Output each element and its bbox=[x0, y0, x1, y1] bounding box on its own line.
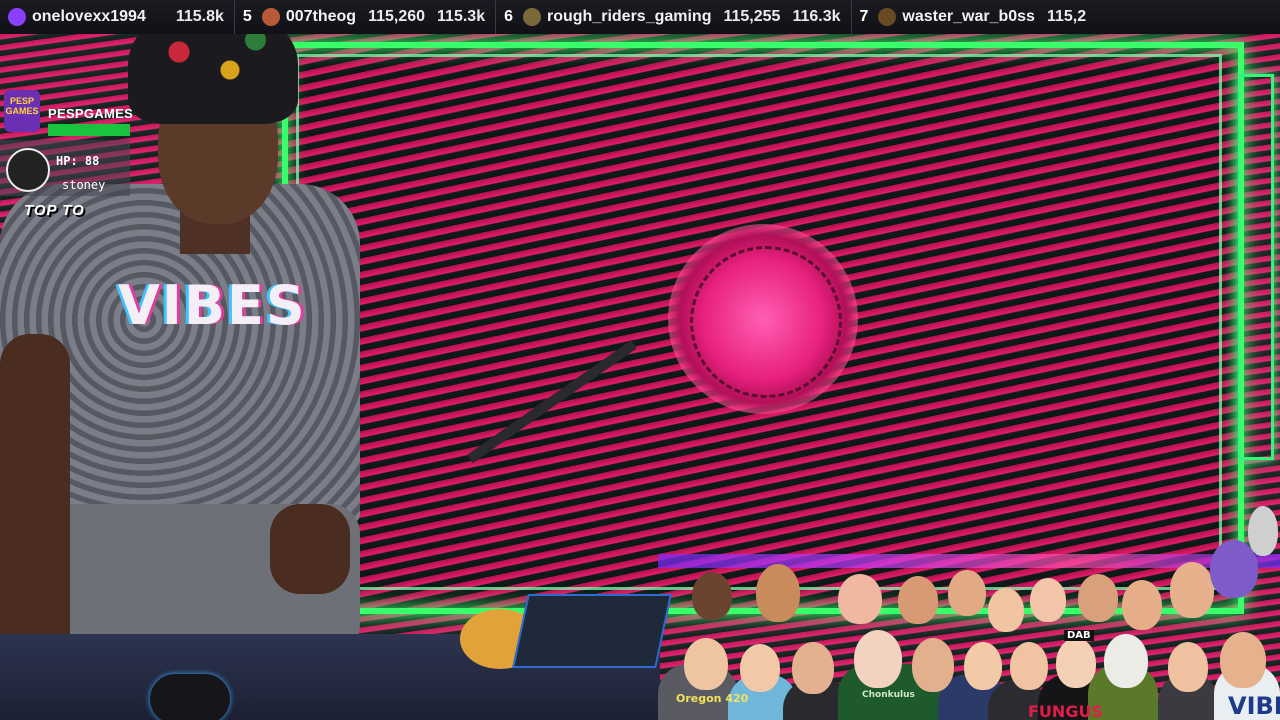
crowd-face bbox=[838, 574, 882, 624]
crowd-face bbox=[1104, 634, 1148, 688]
shirt-print-text: Chonkulus bbox=[862, 690, 915, 700]
user-avatar-icon bbox=[523, 8, 541, 26]
hp-label: HP: 88 bbox=[56, 154, 100, 168]
shirt-print-text: VIBES bbox=[118, 274, 307, 337]
logo-line: PESP bbox=[9, 96, 34, 106]
widget-channel-name: PESPGAMES bbox=[48, 106, 134, 121]
ticker-score: 115,255 bbox=[723, 8, 781, 25]
ticker-score-k: 115.8k bbox=[175, 8, 224, 25]
crowd-face bbox=[740, 644, 780, 692]
widget-title: TOP TO bbox=[24, 202, 85, 219]
sun-ring-graphic bbox=[690, 246, 842, 398]
ticker-entry: 7 waster_war_b0ss 115,2 bbox=[852, 0, 1109, 34]
widget-username: stoney bbox=[62, 178, 106, 192]
crowd-face bbox=[1122, 580, 1162, 630]
cap-text: DAB bbox=[1064, 630, 1094, 641]
ticker-score-k: 116.3k bbox=[792, 8, 841, 25]
ticker-username: rough_riders_gaming bbox=[547, 8, 712, 25]
neon-side-frame bbox=[1238, 74, 1274, 460]
crowd-face bbox=[988, 588, 1024, 632]
ticker-rank: 5 bbox=[242, 8, 252, 25]
hoodie-logo-text: FUNGUS bbox=[1028, 702, 1103, 720]
crowd-face bbox=[1056, 638, 1096, 688]
ticker-entry: onelovexx1994 115.8k bbox=[0, 0, 235, 34]
crowd-face bbox=[912, 638, 954, 692]
streamer-hand bbox=[270, 504, 350, 594]
crowd-face bbox=[684, 638, 728, 690]
leaderboard-ticker: onelovexx1994 115.8k 5 007theog 115,260 … bbox=[0, 0, 1280, 35]
crowd-face bbox=[792, 642, 834, 694]
crowd-face bbox=[898, 576, 938, 624]
crowd-face bbox=[692, 572, 732, 620]
gaming-mouse bbox=[150, 674, 230, 720]
user-avatar-icon bbox=[261, 8, 280, 26]
hp-bar bbox=[48, 124, 130, 136]
user-avatar bbox=[6, 148, 50, 192]
crowd-face bbox=[1010, 642, 1048, 690]
crowd-face bbox=[948, 570, 986, 616]
streamer-arm bbox=[0, 334, 70, 664]
ticker-username: waster_war_b0ss bbox=[902, 8, 1035, 25]
crowd-face bbox=[756, 564, 800, 622]
keyboard bbox=[512, 594, 672, 668]
shirt-print-text: Oregon 420 bbox=[676, 692, 749, 705]
stream-scene: VIBES PESP GAMES PESPGAMES HP: 88 stoney… bbox=[0, 34, 1280, 720]
crowd-face bbox=[1248, 506, 1278, 556]
crowd-face bbox=[964, 642, 1002, 690]
crowd-face bbox=[1030, 578, 1066, 622]
user-avatar-icon bbox=[878, 8, 897, 26]
crowd-face bbox=[854, 630, 902, 688]
ticker-score: 115,2 bbox=[1046, 8, 1087, 25]
crowd-face bbox=[1170, 562, 1214, 618]
user-avatar-icon bbox=[8, 8, 26, 26]
ticker-username: 007theog bbox=[285, 8, 357, 25]
mic-arm bbox=[467, 340, 637, 464]
ticker-score: 115,260 bbox=[368, 8, 426, 25]
alert-widget: PESP GAMES PESPGAMES HP: 88 stoney TOP T… bbox=[0, 60, 134, 219]
crown-logo-icon: PESP GAMES bbox=[4, 90, 40, 132]
ticker-rank: 7 bbox=[859, 8, 869, 25]
community-crowd-art: Oregon 420 Chonkulus FUNGUS DAB VIBE bbox=[658, 506, 1280, 720]
crowd-face bbox=[1220, 632, 1266, 688]
shirt-print-text: VIBE bbox=[1228, 692, 1280, 720]
crowd-face bbox=[1078, 574, 1118, 622]
ticker-rank: 6 bbox=[504, 8, 513, 25]
crowd-face bbox=[1168, 642, 1208, 692]
ticker-score-k: 115.3k bbox=[437, 8, 486, 25]
ticker-entry: 6 rough_riders_gaming 115,255 116.3k bbox=[496, 0, 852, 34]
ticker-entry: 5 007theog 115,260 115.3k bbox=[235, 0, 497, 34]
ticker-username: onelovexx1994 bbox=[32, 8, 146, 25]
bucket-hat bbox=[128, 34, 298, 124]
logo-line: GAMES bbox=[5, 106, 39, 116]
